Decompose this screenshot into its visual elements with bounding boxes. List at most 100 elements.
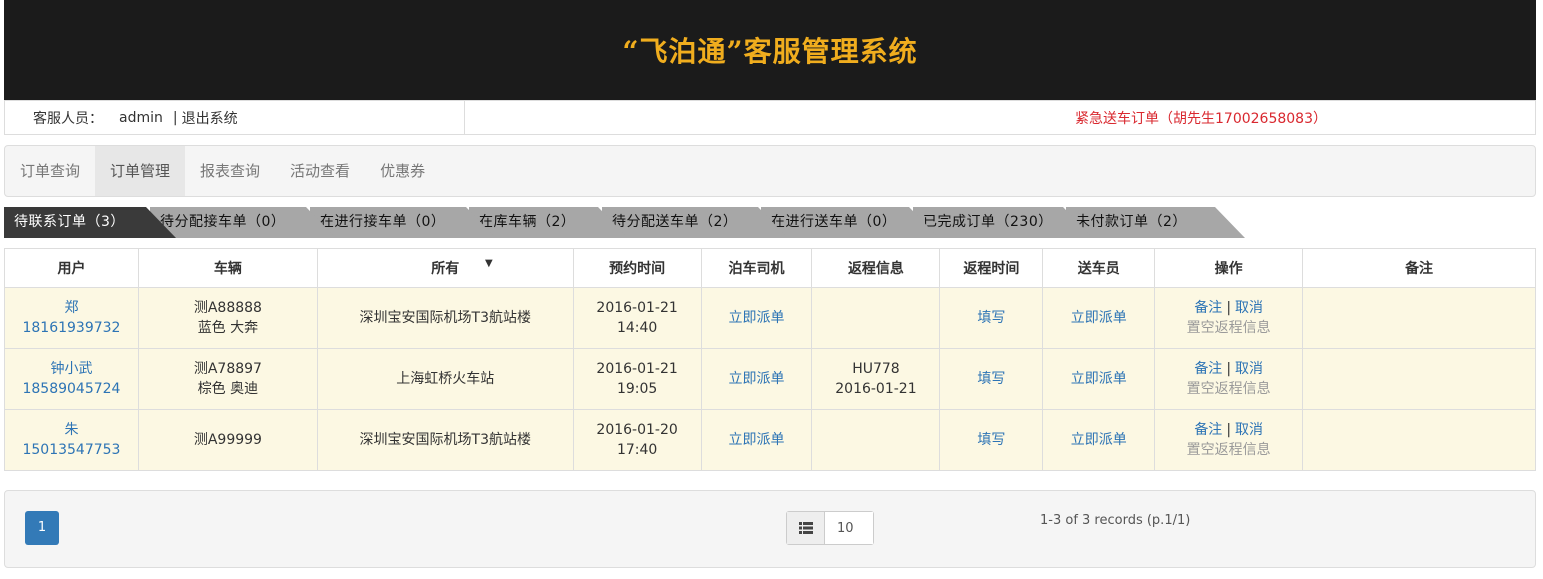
records-summary: 1-3 of 3 records (p.1/1) [1040,513,1191,528]
col-parking-driver: 泊车司机 [700,248,813,288]
note-link[interactable]: 备注 [1194,300,1222,316]
staff-info: 客服人员： admin | 退出系统 [5,101,465,134]
remark-cell [1302,287,1536,349]
user-phone-link[interactable]: 15013547753 [5,440,138,460]
return-time-cell: 填写 [939,287,1044,349]
vehicle-plate: 测A99999 [193,432,262,448]
user-phone-link[interactable]: 18161939732 [5,318,138,338]
status-tabs: 未付款订单（2） 已完成订单（230） 在进行送车单（0） 待分配送车单（2） … [4,207,1264,238]
dispatch-deliverer-link[interactable]: 立即派单 [1071,371,1127,387]
tab-unpaid-orders[interactable]: 未付款订单（2） [1066,207,1245,238]
nav-coupons[interactable]: 优惠券 [365,146,440,196]
return-info-cell [811,409,941,471]
clear-return-info-link[interactable]: 置空返程信息 [1155,440,1302,460]
tab-to-contact[interactable]: 待联系订单（3） [4,207,176,238]
vehicle-cell: 测A99999 [137,409,318,471]
actions-cell: 备注 | 取消 置空返程信息 [1154,409,1304,471]
appointment-date: 2016-01-20 [596,422,678,438]
deliverer-cell: 立即派单 [1042,348,1156,410]
col-return-info: 返程信息 [811,248,941,288]
fill-return-time-link[interactable]: 填写 [977,371,1005,387]
return-date: 2016-01-21 [835,381,917,397]
page-size-selector[interactable] [786,511,874,545]
page-button-1[interactable]: 1 [25,511,59,545]
tab-delivery-in-progress[interactable]: 在进行送车单（0） [761,207,939,238]
appointment-time: 17:40 [616,442,658,458]
nav-order-query[interactable]: 订单查询 [5,146,95,196]
dispatch-driver-link[interactable]: 立即派单 [729,310,785,326]
driver-cell: 立即派单 [700,409,813,471]
cancel-link[interactable]: 取消 [1235,361,1263,377]
note-link[interactable]: 备注 [1194,422,1222,438]
col-location-label: 所有 [431,261,460,277]
urgent-notice-text[interactable]: 紧急送车订单（胡先生17002658083） [1075,108,1327,128]
table-row: 郑 18161939732 测A88888 蓝色 大奔 深圳宝安国际机场T3航站… [4,287,1536,349]
deliverer-cell: 立即派单 [1042,287,1156,349]
vehicle-cell: 测A88888 蓝色 大奔 [137,287,318,349]
user-name-link[interactable]: 钟小武 [5,359,138,379]
appointment-cell: 2016-01-21 19:05 [572,348,702,410]
dispatch-deliverer-link[interactable]: 立即派单 [1071,310,1127,326]
nav-report-query[interactable]: 报表查询 [185,146,275,196]
cancel-link[interactable]: 取消 [1235,300,1263,316]
remark-cell [1302,348,1536,410]
return-time-cell: 填写 [939,409,1044,471]
col-deliverer: 送车员 [1042,248,1156,288]
note-link[interactable]: 备注 [1194,361,1222,377]
info-bar: 客服人员： admin | 退出系统 紧急送车订单（胡先生17002658083… [4,100,1536,135]
actions-cell: 备注 | 取消 置空返程信息 [1154,348,1304,410]
vehicle-cell: 测A78897 棕色 奥迪 [137,348,318,410]
appointment-date: 2016-01-21 [596,361,678,377]
urgent-notice[interactable]: 紧急送车订单（胡先生17002658083） [465,101,1535,134]
user-name-link[interactable]: 朱 [5,420,138,440]
cancel-link[interactable]: 取消 [1235,422,1263,438]
actions-cell: 备注 | 取消 置空返程信息 [1154,287,1304,349]
tab-pickup-in-progress[interactable]: 在进行接车单（0） [310,207,496,238]
deliverer-cell: 立即派单 [1042,409,1156,471]
appointment-date: 2016-01-21 [596,300,678,316]
list-icon[interactable] [787,512,825,544]
orders-table: 用户 车辆 所有 ▼ 预约时间 泊车司机 返程信息 返程时间 送车员 操作 备注 … [4,248,1536,471]
page-size-input[interactable] [825,512,873,544]
vehicle-desc: 棕色 奥迪 [197,381,259,397]
remark-cell [1302,409,1536,471]
user-cell: 钟小武 18589045724 [4,348,139,410]
user-phone-link[interactable]: 18589045724 [5,379,138,399]
vehicle-desc: 蓝色 大奔 [197,320,259,336]
user-cell: 朱 15013547753 [4,409,139,471]
tab-completed-orders[interactable]: 已完成订单（230） [913,207,1093,238]
vehicle-plate: 测A78897 [193,361,262,377]
return-time-cell: 填写 [939,348,1044,410]
col-location[interactable]: 所有 ▼ [316,248,574,288]
nav-activity-view[interactable]: 活动查看 [275,146,365,196]
staff-label: 客服人员： [33,110,103,127]
location-cell: 深圳宝安国际机场T3航站楼 [316,409,574,471]
separator: | [172,109,178,126]
location-cell: 上海虹桥火车站 [316,348,574,410]
fill-return-time-link[interactable]: 填写 [977,310,1005,326]
pagination-bar: 1 1-3 of 3 records (p.1/1) [4,490,1536,568]
nav-order-management[interactable]: 订单管理 [95,146,186,196]
action-separator: | [1226,361,1232,377]
clear-return-info-link[interactable]: 置空返程信息 [1155,379,1302,399]
logout-link[interactable]: 退出系统 [182,108,238,128]
appointment-time: 14:40 [616,320,658,336]
table-row: 钟小武 18589045724 测A78897 棕色 奥迪 上海虹桥火车站 20… [4,348,1536,410]
fill-return-time-link[interactable]: 填写 [977,432,1005,448]
driver-cell: 立即派单 [700,287,813,349]
location-cell: 深圳宝安国际机场T3航站楼 [316,287,574,349]
action-separator: | [1226,422,1232,438]
dispatch-driver-link[interactable]: 立即派单 [729,432,785,448]
dispatch-deliverer-link[interactable]: 立即派单 [1071,432,1127,448]
clear-return-info-link[interactable]: 置空返程信息 [1155,318,1302,338]
sort-caret-icon[interactable]: ▼ [485,258,493,269]
col-return-time: 返程时间 [939,248,1044,288]
col-actions: 操作 [1154,248,1304,288]
return-info-cell [811,287,941,349]
appointment-cell: 2016-01-21 14:40 [572,287,702,349]
tab-delivery-unassigned[interactable]: 待分配送车单（2） [602,207,788,238]
tab-pickup-unassigned[interactable]: 待分配接车单（0） [150,207,336,238]
dispatch-driver-link[interactable]: 立即派单 [729,371,785,387]
staff-name: admin [119,109,163,126]
user-name-link[interactable]: 郑 [5,298,138,318]
